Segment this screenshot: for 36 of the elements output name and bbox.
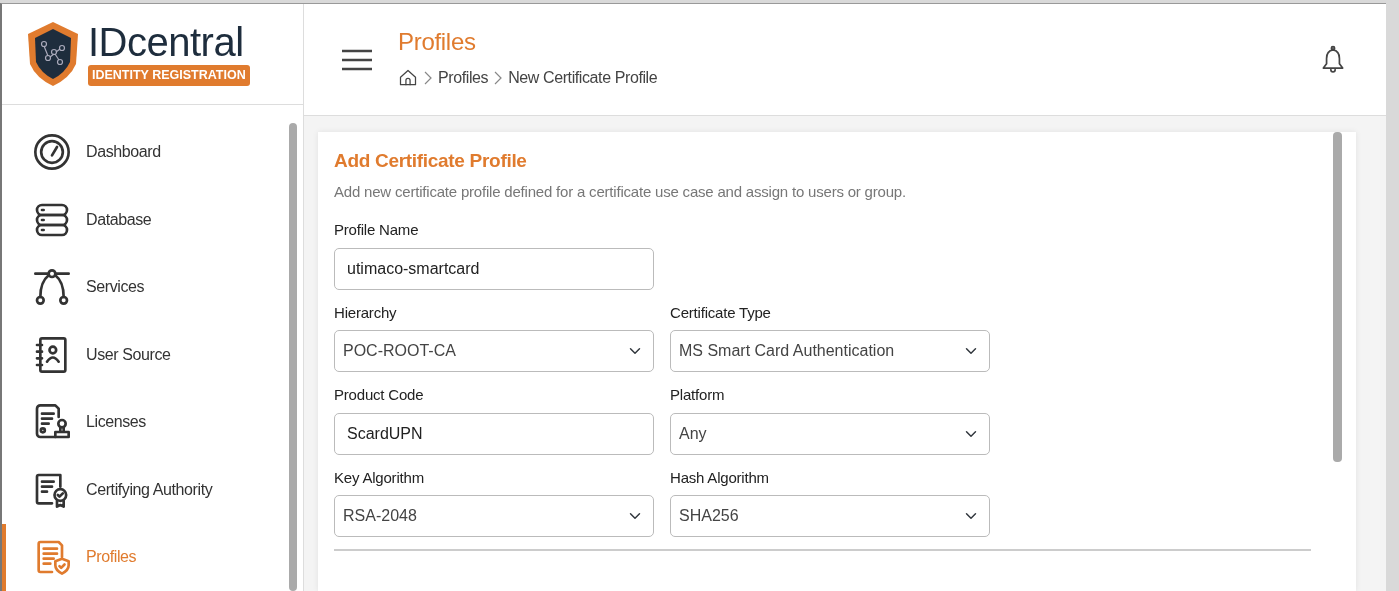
scrollbar-thumb[interactable] [1333, 132, 1342, 462]
notification-bell-icon[interactable] [1320, 44, 1346, 75]
scrollbar-thumb[interactable] [289, 122, 297, 591]
breadcrumb-link[interactable]: Profiles [438, 65, 489, 90]
input-field[interactable]: ScardUPN [334, 412, 654, 455]
form-title: Add Certificate Profile [334, 150, 528, 173]
home-icon[interactable] [398, 67, 418, 88]
form-description: Add new certificate profile defined for a certificate use case and assign to users or group. [334, 181, 907, 202]
page-title: Profiles [398, 29, 477, 54]
chevron-icon [424, 70, 432, 85]
select-field[interactable]: SHA256 [670, 495, 990, 538]
field-label: Platform [670, 385, 726, 406]
sidebar-item[interactable]: Dashboard [2, 118, 289, 186]
sidebar-item[interactable]: Certifying Authority [2, 456, 289, 524]
select-field[interactable]: POC-ROOT-CA [334, 330, 654, 373]
dashboard-gauge-icon [32, 132, 72, 173]
menu-button[interactable] [340, 47, 374, 72]
select-field[interactable]: RSA-2048 [334, 495, 654, 538]
brand-name: IDcentral [88, 21, 245, 62]
select-field[interactable]: Any [670, 412, 990, 455]
field-label: Hierarchy [334, 302, 398, 323]
select-field[interactable]: MS Smart Card Authentication [670, 330, 990, 373]
chevron-icon [494, 70, 503, 85]
sidebar-item[interactable]: Licenses [2, 388, 289, 456]
field-label: Key Algorithm [334, 467, 425, 488]
field-label: Product Code [334, 385, 425, 406]
input-field[interactable]: utimaco-smartcard [334, 247, 654, 290]
sidebar-item[interactable]: Database [2, 186, 289, 254]
sidebar-item[interactable]: User Source [2, 321, 289, 389]
sidebar-item[interactable]: Services [2, 253, 289, 321]
vector-nodes-icon [32, 267, 72, 308]
field-label: Hash Algorithm [670, 467, 770, 488]
field-label: Certificate Type [670, 302, 772, 323]
breadcrumb-current: New Certificate Profile [508, 67, 658, 88]
brand-tagline: IDENTITY REGISTRATION [88, 64, 250, 86]
field-label: Profile Name [334, 220, 420, 241]
